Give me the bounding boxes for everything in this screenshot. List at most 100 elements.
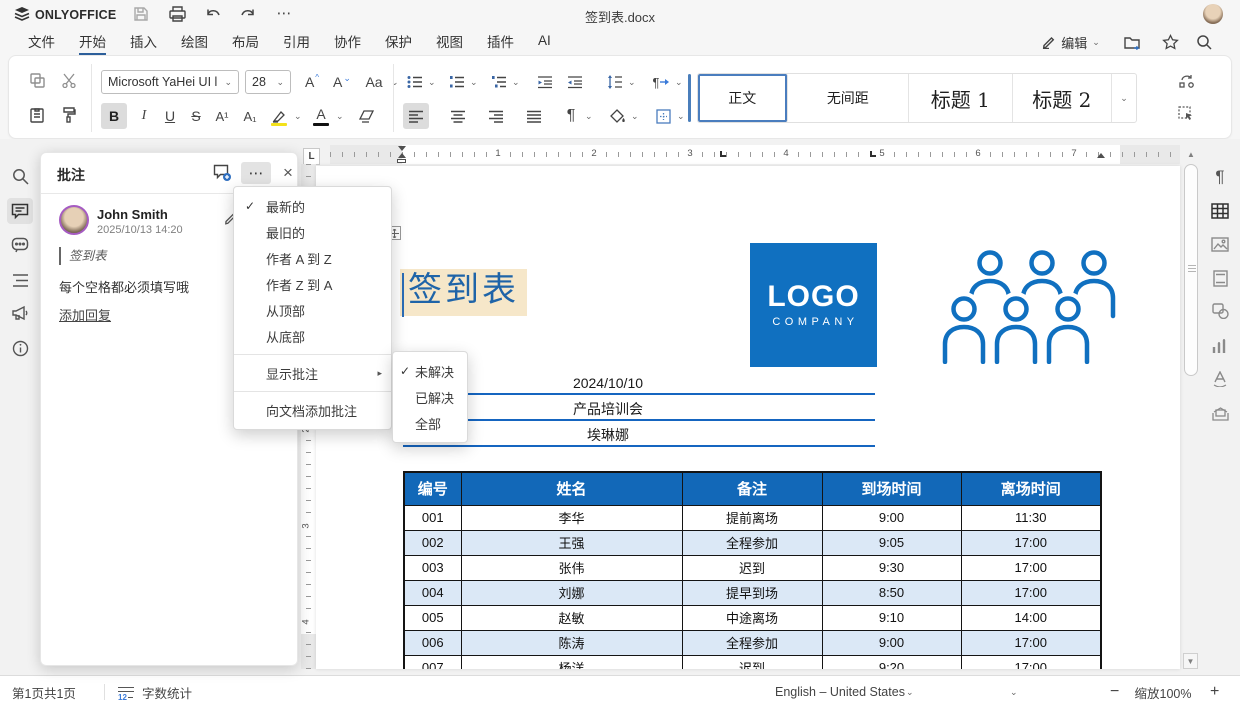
right-table-settings-button[interactable]: [1206, 197, 1234, 225]
doc-heading[interactable]: 签到表: [400, 269, 527, 316]
increase-indent-button[interactable]: [563, 70, 587, 94]
numbering-button[interactable]: [445, 70, 469, 94]
select-tool-button[interactable]: [1173, 101, 1199, 127]
people-graphic[interactable]: [938, 250, 1122, 364]
right-image-settings-button[interactable]: [1206, 230, 1234, 258]
paragraph-direction-button[interactable]: ¶: [649, 70, 673, 94]
style-heading1[interactable]: 标题 1: [909, 74, 1013, 122]
left-search-button[interactable]: [0, 164, 40, 188]
print-button[interactable]: [166, 5, 188, 23]
more-actions-button[interactable]: ⋯: [272, 3, 296, 23]
menu-item-show-comments[interactable]: 显示批注▸: [234, 360, 391, 386]
align-center-button[interactable]: [445, 103, 471, 129]
tab-protection[interactable]: 保护: [385, 28, 412, 55]
style-heading2[interactable]: 标题 2: [1013, 74, 1113, 122]
scroll-up-button[interactable]: ▲: [1184, 147, 1198, 162]
copy-button[interactable]: [25, 68, 49, 92]
highlight-color-button[interactable]: [267, 103, 291, 129]
header-departure[interactable]: 离场时间: [961, 472, 1101, 505]
menu-item-from-bottom[interactable]: 从底部: [234, 323, 391, 349]
justify-button[interactable]: [521, 103, 547, 129]
hanging-indent-marker[interactable]: [398, 153, 406, 158]
word-count-button[interactable]: 字数统计: [142, 676, 192, 708]
favorites-star-button[interactable]: [1158, 30, 1182, 54]
add-reply-link[interactable]: 添加回复: [59, 305, 111, 324]
right-text-art-button[interactable]: [1206, 365, 1234, 393]
header-arrival[interactable]: 到场时间: [822, 472, 961, 505]
tab-plugins[interactable]: 插件: [487, 28, 514, 55]
left-indent-marker[interactable]: [397, 159, 406, 163]
add-comment-button[interactable]: [207, 162, 237, 184]
align-right-button[interactable]: [483, 103, 509, 129]
right-paragraph-settings-button[interactable]: ¶: [1206, 163, 1234, 191]
clear-formatting-button[interactable]: [353, 103, 379, 129]
subscript-button[interactable]: A₁: [237, 103, 263, 129]
multilevel-list-button[interactable]: [487, 70, 511, 94]
header-id[interactable]: 编号: [404, 472, 461, 505]
comments-sort-button[interactable]: ⋯: [241, 162, 271, 184]
menu-item-add-comment-to-document[interactable]: 向文档添加批注: [234, 397, 391, 423]
first-line-indent-marker[interactable]: [398, 146, 406, 151]
tab-draw[interactable]: 绘图: [181, 28, 208, 55]
format-painter-button[interactable]: [57, 103, 81, 127]
comments-close-button[interactable]: ×: [277, 162, 299, 184]
left-comments-button[interactable]: [7, 198, 33, 224]
zoom-out-button[interactable]: −: [1110, 676, 1119, 708]
strikethrough-button[interactable]: S: [185, 103, 207, 129]
paste-button[interactable]: [25, 103, 49, 127]
style-normal[interactable]: 正文: [698, 74, 788, 122]
right-mail-merge-button[interactable]: [1206, 399, 1234, 427]
decrement-font-button[interactable]: A⌄: [329, 70, 355, 94]
header-name[interactable]: 姓名: [461, 472, 682, 505]
language-selector[interactable]: English – United States: [775, 676, 905, 708]
tab-stop-marker[interactable]: [720, 151, 726, 157]
submenu-item-unresolved[interactable]: ✓未解决: [393, 358, 467, 384]
scrollbar-thumb[interactable]: [1184, 164, 1198, 376]
search-button[interactable]: [1192, 30, 1216, 54]
header-note[interactable]: 备注: [682, 472, 822, 505]
tab-view[interactable]: 视图: [436, 28, 463, 55]
menu-item-from-top[interactable]: 从顶部: [234, 297, 391, 323]
left-feedback-button[interactable]: [0, 301, 40, 325]
save-button[interactable]: [130, 5, 152, 23]
right-header-footer-button[interactable]: [1206, 264, 1234, 292]
undo-button[interactable]: [202, 5, 224, 23]
chevron-down-icon[interactable]: ⌄: [428, 78, 436, 87]
bold-button[interactable]: B: [101, 103, 127, 129]
tab-ai[interactable]: AI: [538, 28, 551, 55]
underline-button[interactable]: U: [159, 103, 181, 129]
chevron-down-icon[interactable]: ⌄: [631, 112, 639, 121]
chevron-down-icon[interactable]: ⌄: [1010, 676, 1018, 708]
chevron-down-icon[interactable]: ⌄: [628, 78, 636, 87]
styles-gallery-expand[interactable]: ⌄: [1112, 74, 1136, 122]
tab-stop-selector[interactable]: L: [303, 148, 320, 165]
logo-image[interactable]: LOGO COMPANY: [750, 243, 877, 367]
tab-insert[interactable]: 插入: [130, 28, 157, 55]
chevron-down-icon[interactable]: ⌄: [512, 78, 520, 87]
chevron-down-icon[interactable]: ⌄: [294, 112, 302, 121]
right-chart-settings-button[interactable]: [1206, 331, 1234, 359]
zoom-level[interactable]: 缩放100%: [1132, 676, 1194, 708]
chevron-down-icon[interactable]: ⌄: [470, 78, 478, 87]
right-indent-marker[interactable]: [1097, 153, 1105, 158]
submenu-item-all[interactable]: 全部: [393, 410, 467, 436]
tab-stop-marker[interactable]: [870, 151, 876, 157]
change-case-button[interactable]: Aa: [359, 70, 389, 94]
font-color-button[interactable]: A: [309, 103, 333, 129]
menu-item-author-az[interactable]: 作者 A 到 Z: [234, 245, 391, 271]
decrease-indent-button[interactable]: [533, 70, 557, 94]
cut-button[interactable]: [57, 68, 81, 92]
left-about-button[interactable]: [0, 336, 40, 360]
chevron-down-icon[interactable]: ⌄: [677, 112, 685, 121]
tab-file[interactable]: 文件: [28, 28, 55, 55]
zoom-in-button[interactable]: +: [1210, 676, 1219, 708]
align-left-button[interactable]: [403, 103, 429, 129]
tab-layout[interactable]: 布局: [232, 28, 259, 55]
left-chat-button[interactable]: [0, 233, 40, 257]
redo-button[interactable]: [236, 5, 258, 23]
open-file-location-button[interactable]: [1120, 30, 1146, 54]
menu-item-author-za[interactable]: 作者 Z 到 A: [234, 271, 391, 297]
italic-button[interactable]: I: [133, 103, 155, 129]
left-navigation-button[interactable]: [0, 268, 40, 292]
font-name-combo[interactable]: Microsoft YaHei UI l ⌄: [101, 70, 239, 94]
